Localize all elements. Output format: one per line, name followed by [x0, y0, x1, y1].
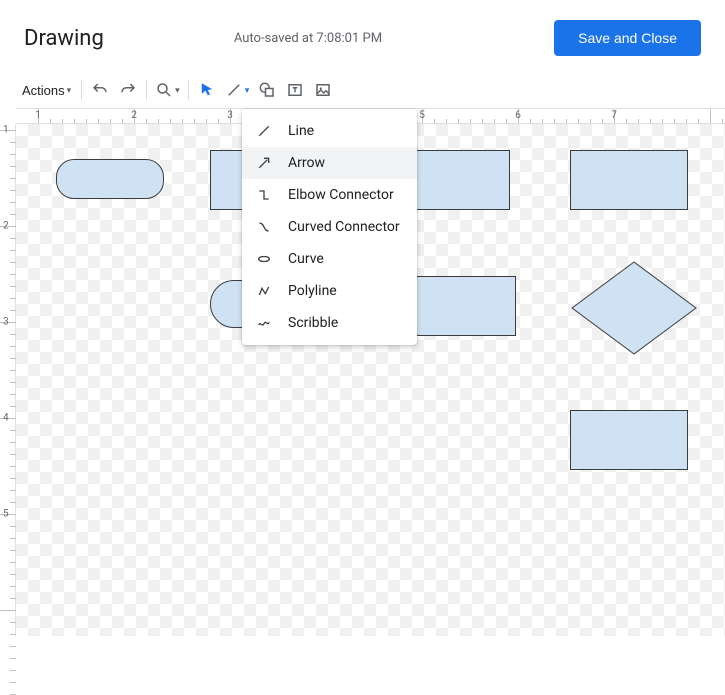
- cursor-icon: [198, 81, 216, 99]
- elbow-connector-icon: [256, 187, 276, 203]
- textbox-icon: [286, 81, 304, 99]
- shape-icon: [258, 81, 276, 99]
- separator: [81, 80, 82, 100]
- actions-label: Actions: [22, 83, 65, 98]
- dialog-title: Drawing: [24, 26, 104, 51]
- undo-button[interactable]: [86, 76, 114, 104]
- caret-down-icon: ▾: [175, 85, 180, 96]
- separator: [188, 80, 189, 100]
- line-menu-item-scribble[interactable]: Scribble: [242, 307, 417, 339]
- menu-item-label: Curve: [288, 251, 324, 267]
- line-icon: [256, 123, 276, 139]
- undo-icon: [91, 81, 109, 99]
- caret-down-icon: ▾: [245, 85, 250, 96]
- shape-rect[interactable]: [570, 150, 688, 210]
- line-menu-item-curved-connector[interactable]: Curved Connector: [242, 211, 417, 243]
- line-menu-item-polyline[interactable]: Polyline: [242, 275, 417, 307]
- line-icon: [225, 81, 243, 99]
- line-menu-item-elbow-connector[interactable]: Elbow Connector: [242, 179, 417, 211]
- shape-diamond[interactable]: [570, 260, 698, 356]
- menu-item-label: Line: [288, 123, 314, 139]
- menu-item-label: Elbow Connector: [288, 187, 394, 203]
- shape-rounded-rect[interactable]: [56, 159, 164, 199]
- menu-item-label: Curved Connector: [288, 219, 400, 235]
- separator: [146, 80, 147, 100]
- polyline-icon: [256, 283, 276, 299]
- curved-connector-icon: [256, 219, 276, 235]
- shape-rect[interactable]: [416, 276, 516, 336]
- menu-item-label: Arrow: [288, 155, 325, 171]
- textbox-tool-button[interactable]: [281, 76, 309, 104]
- image-tool-button[interactable]: [309, 76, 337, 104]
- redo-icon: [119, 81, 137, 99]
- select-tool-button[interactable]: [193, 76, 221, 104]
- line-menu-item-line[interactable]: Line: [242, 115, 417, 147]
- save-and-close-button[interactable]: Save and Close: [554, 20, 701, 56]
- line-menu-item-curve[interactable]: Curve: [242, 243, 417, 275]
- toolbar: Actions▾ ▾ ▾: [8, 72, 717, 108]
- dialog-header: Drawing Auto-saved at 7:08:01 PM Save an…: [0, 0, 725, 72]
- curve-icon: [256, 251, 276, 267]
- line-tool-dropdown: Line Arrow Elbow Connector Curved Connector…: [242, 109, 417, 345]
- line-tool-button[interactable]: ▾: [221, 76, 254, 104]
- zoom-icon: [155, 81, 173, 99]
- menu-item-label: Scribble: [288, 315, 338, 331]
- redo-button[interactable]: [114, 76, 142, 104]
- image-icon: [314, 81, 332, 99]
- line-menu-item-arrow[interactable]: Arrow: [242, 147, 417, 179]
- caret-down-icon: ▾: [67, 85, 72, 96]
- ruler-vertical: 12345: [0, 124, 16, 636]
- zoom-button[interactable]: ▾: [151, 76, 184, 104]
- arrow-icon: [256, 155, 276, 171]
- autosave-status: Auto-saved at 7:08:01 PM: [104, 31, 554, 46]
- shape-tool-button[interactable]: [253, 76, 281, 104]
- menu-item-label: Polyline: [288, 283, 337, 299]
- scribble-icon: [256, 315, 276, 331]
- actions-menu-button[interactable]: Actions▾: [16, 76, 77, 104]
- shape-rect[interactable]: [570, 410, 688, 470]
